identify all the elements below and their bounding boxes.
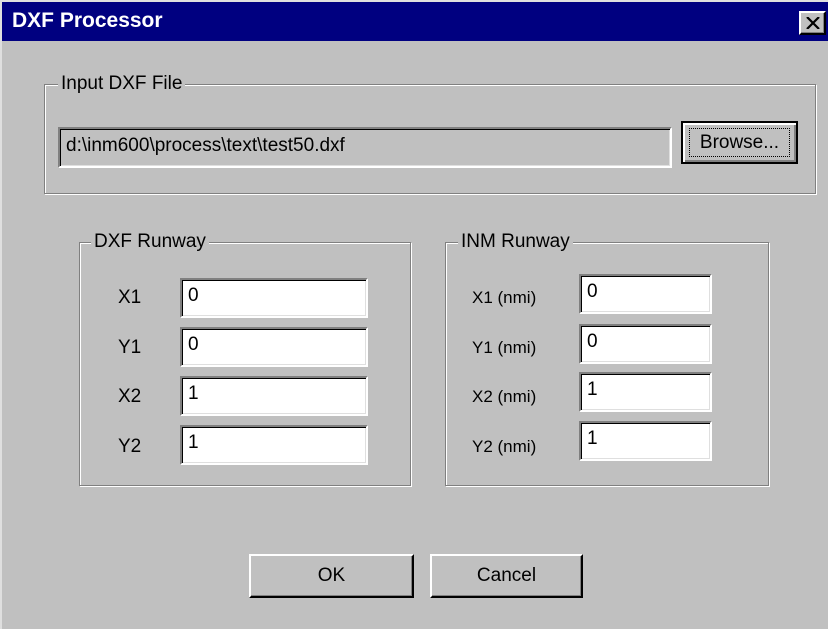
dxf-y1-input[interactable]: 0 (180, 327, 368, 367)
cancel-button-label: Cancel (476, 565, 537, 586)
inm-x2-label: X2 (nmi) (472, 387, 537, 406)
ok-button[interactable]: OK (249, 554, 414, 598)
window-title: DXF Processor (12, 9, 163, 32)
inm-runway-group-label: INM Runway (458, 232, 573, 252)
dxf-x1-input[interactable]: 0 (180, 278, 368, 318)
inm-x1-input[interactable]: 0 (579, 274, 712, 314)
inm-x1-label: X1 (nmi) (472, 288, 537, 307)
inm-y2-label: Y2 (nmi) (472, 437, 537, 456)
dxf-runway-group-label: DXF Runway (91, 232, 209, 252)
close-icon (806, 17, 820, 29)
browse-button[interactable]: Browse... (681, 121, 798, 164)
input-dxf-file-group-label: Input DXF File (58, 74, 186, 94)
dxf-x1-label: X1 (118, 287, 142, 308)
close-button[interactable] (799, 11, 826, 35)
dxf-y2-label: Y2 (118, 436, 142, 457)
cancel-button[interactable]: Cancel (430, 554, 583, 598)
browse-button-label: Browse... (699, 132, 780, 153)
dxf-x2-input[interactable]: 1 (180, 376, 368, 416)
ok-button-label: OK (317, 565, 346, 586)
dxf-x2-label: X2 (118, 386, 142, 407)
title-bar[interactable]: DXF Processor (2, 2, 828, 41)
inm-x2-input[interactable]: 1 (579, 372, 712, 412)
inm-y1-input[interactable]: 0 (579, 324, 712, 364)
inm-y1-label: Y1 (nmi) (472, 338, 537, 357)
input-dxf-path-field[interactable]: d:\inm600\process\text\test50.dxf (58, 127, 672, 168)
dxf-y2-input[interactable]: 1 (180, 425, 368, 465)
dxf-processor-dialog: DXF Processor Input DXF File d:\inm600\p… (0, 0, 828, 629)
inm-y2-input[interactable]: 1 (579, 421, 712, 461)
dxf-y1-label: Y1 (118, 337, 142, 358)
